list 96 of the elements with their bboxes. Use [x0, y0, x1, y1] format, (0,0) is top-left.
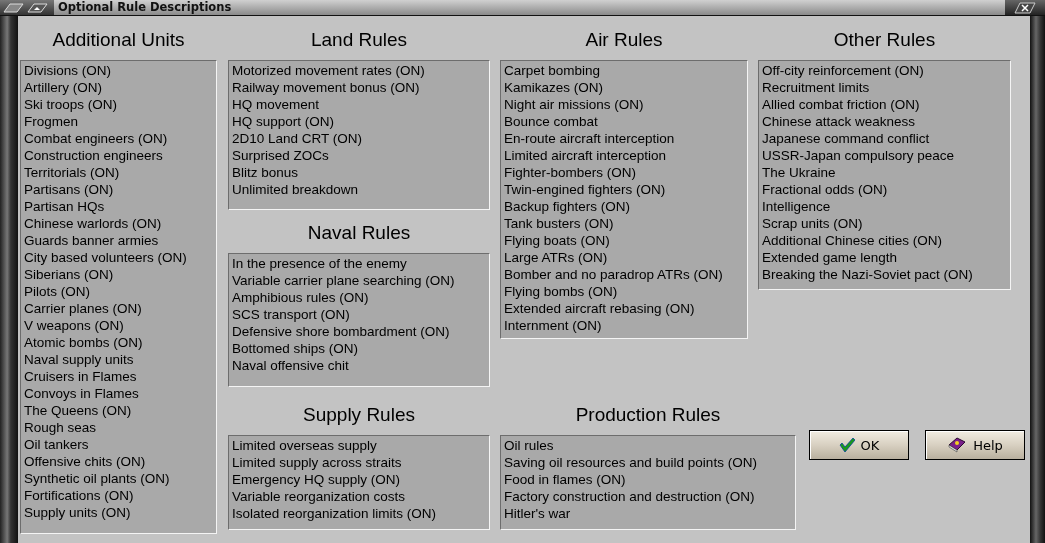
rule-item: Emergency HQ supply (ON): [232, 471, 402, 488]
book-icon: [947, 437, 968, 453]
rule-item: Surprised ZOCs: [232, 147, 330, 164]
rule-item: Rough seas: [24, 419, 98, 436]
rule-item: Pilots (ON): [24, 283, 91, 300]
rule-item: V weapons (ON): [24, 317, 125, 334]
rule-item: Chinese attack weakness: [762, 113, 917, 130]
rule-item: Naval supply units: [24, 351, 135, 368]
rule-item: HQ support (ON): [232, 113, 336, 130]
rule-item: Fortifications (ON): [24, 487, 135, 504]
rule-item: City based volunteers (ON): [24, 249, 188, 266]
rule-item: Fighter-bombers (ON): [504, 164, 638, 181]
minimize-icon[interactable]: [2, 2, 24, 13]
rule-item: Backup fighters (ON): [504, 198, 632, 215]
section-heading: Production Rules: [574, 403, 722, 427]
rule-item: Guards banner armies: [24, 232, 160, 249]
rule-item: Oil tankers: [24, 436, 90, 453]
rule-item: The Queens (ON): [24, 402, 133, 419]
section-heading: Additional Units: [51, 28, 186, 52]
rule-item: Large ATRs (ON): [504, 249, 609, 266]
rule-item: SCS transport (ON): [232, 306, 351, 323]
rule-item: Hitler's war: [504, 505, 572, 522]
rule-item: Divisions (ON): [24, 62, 112, 79]
rule-item: Bottomed ships (ON): [232, 340, 360, 357]
rule-item: Carpet bombing: [504, 62, 602, 79]
rule-item: Tank busters (ON): [504, 215, 615, 232]
help-button[interactable]: Help: [925, 430, 1025, 460]
rule-item: Breaking the Nazi-Soviet pact (ON): [762, 266, 974, 283]
rule-item: Convoys in Flames: [24, 385, 140, 402]
rule-item: Internment (ON): [504, 317, 603, 334]
rule-item: Intelligence: [762, 198, 832, 215]
rule-item: Combat engineers (ON): [24, 130, 169, 147]
rule-item: Defensive shore bombardment (ON): [232, 323, 451, 340]
rule-item: Unlimited breakdown: [232, 181, 360, 198]
rule-item: Offensive chits (ON): [24, 453, 147, 470]
section-heading: Other Rules: [832, 28, 937, 52]
rule-item: Twin-engined fighters (ON): [504, 181, 667, 198]
rule-item: Motorized movement rates (ON): [232, 62, 426, 79]
rule-item: Allied combat friction (ON): [762, 96, 921, 113]
rule-item: Kamikazes (ON): [504, 79, 604, 96]
window-title: Optional Rule Descriptions: [54, 0, 1005, 15]
rule-item: Limited aircraft interception: [504, 147, 668, 164]
rule-item: Railway movement bonus (ON): [232, 79, 421, 96]
rule-item: Atomic bombs (ON): [24, 334, 144, 351]
rule-item: Recruitment limits: [762, 79, 871, 96]
section-heading: Supply Rules: [302, 403, 416, 427]
rule-item: Fractional odds (ON): [762, 181, 889, 198]
rule-item: Scrap units (ON): [762, 215, 864, 232]
section-heading: Air Rules: [584, 28, 664, 52]
rule-item: Extended game length: [762, 249, 899, 266]
ok-button[interactable]: OK: [809, 430, 909, 460]
rule-item: Limited supply across straits: [232, 454, 403, 471]
rule-item: Night air missions (ON): [504, 96, 645, 113]
rule-item: Chinese warlords (ON): [24, 215, 163, 232]
checkmark-icon: [838, 438, 855, 452]
rule-item: HQ movement: [232, 96, 321, 113]
rule-item: Limited overseas supply: [232, 437, 378, 454]
rule-item: 2D10 Land CRT (ON): [232, 130, 364, 147]
rule-item: Partisan HQs: [24, 198, 106, 215]
rule-item: En-route aircraft interception: [504, 130, 676, 147]
rule-item: Isolated reorganization limits (ON): [232, 505, 438, 522]
rule-item: Synthetic oil plants (ON): [24, 470, 171, 487]
rule-item: Territorials (ON): [24, 164, 121, 181]
rule-item: Blitz bonus: [232, 164, 300, 181]
rule-item: Carrier planes (ON): [24, 300, 143, 317]
rule-item: Oil rules: [504, 437, 555, 454]
rule-item: Extended aircraft rebasing (ON): [504, 300, 696, 317]
rule-item: Artillery (ON): [24, 79, 103, 96]
rule-item: Variable reorganization costs: [232, 488, 407, 505]
restore-icon[interactable]: [26, 2, 48, 13]
rule-item: In the presence of the enemy: [232, 255, 408, 272]
rule-item: Bounce combat: [504, 113, 599, 130]
rule-item: Frogmen: [24, 113, 80, 130]
rule-item: Construction engineers: [24, 147, 164, 164]
rule-item: Food in flames (ON): [504, 471, 627, 488]
rule-item: The Ukraine: [762, 164, 837, 181]
rule-item: Supply units (ON): [24, 504, 132, 521]
rule-item: Partisans (ON): [24, 181, 115, 198]
rule-item: Ski troops (ON): [24, 96, 119, 113]
rule-item: Variable carrier plane searching (ON): [232, 272, 456, 289]
rule-item: Japanese command conflict: [762, 130, 931, 147]
rule-item: USSR-Japan compulsory peace: [762, 147, 956, 164]
close-icon[interactable]: [1014, 1, 1036, 14]
rule-item: Siberians (ON): [24, 266, 115, 283]
rule-item: Naval offensive chit: [232, 357, 350, 374]
rule-item: Off-city reinforcement (ON): [762, 62, 925, 79]
rule-item: Cruisers in Flames: [24, 368, 138, 385]
rule-item: Flying bombs (ON): [504, 283, 619, 300]
rule-item: Factory construction and destruction (ON): [504, 488, 756, 505]
rule-item: Amphibious rules (ON): [232, 289, 370, 306]
rule-item: Additional Chinese cities (ON): [762, 232, 944, 249]
rule-item: Bomber and no paradrop ATRs (ON): [504, 266, 724, 283]
section-heading: Land Rules: [309, 28, 409, 52]
rule-item: Flying boats (ON): [504, 232, 611, 249]
section-heading: Naval Rules: [306, 221, 412, 245]
rule-item: Saving oil resources and build points (ON): [504, 454, 758, 471]
